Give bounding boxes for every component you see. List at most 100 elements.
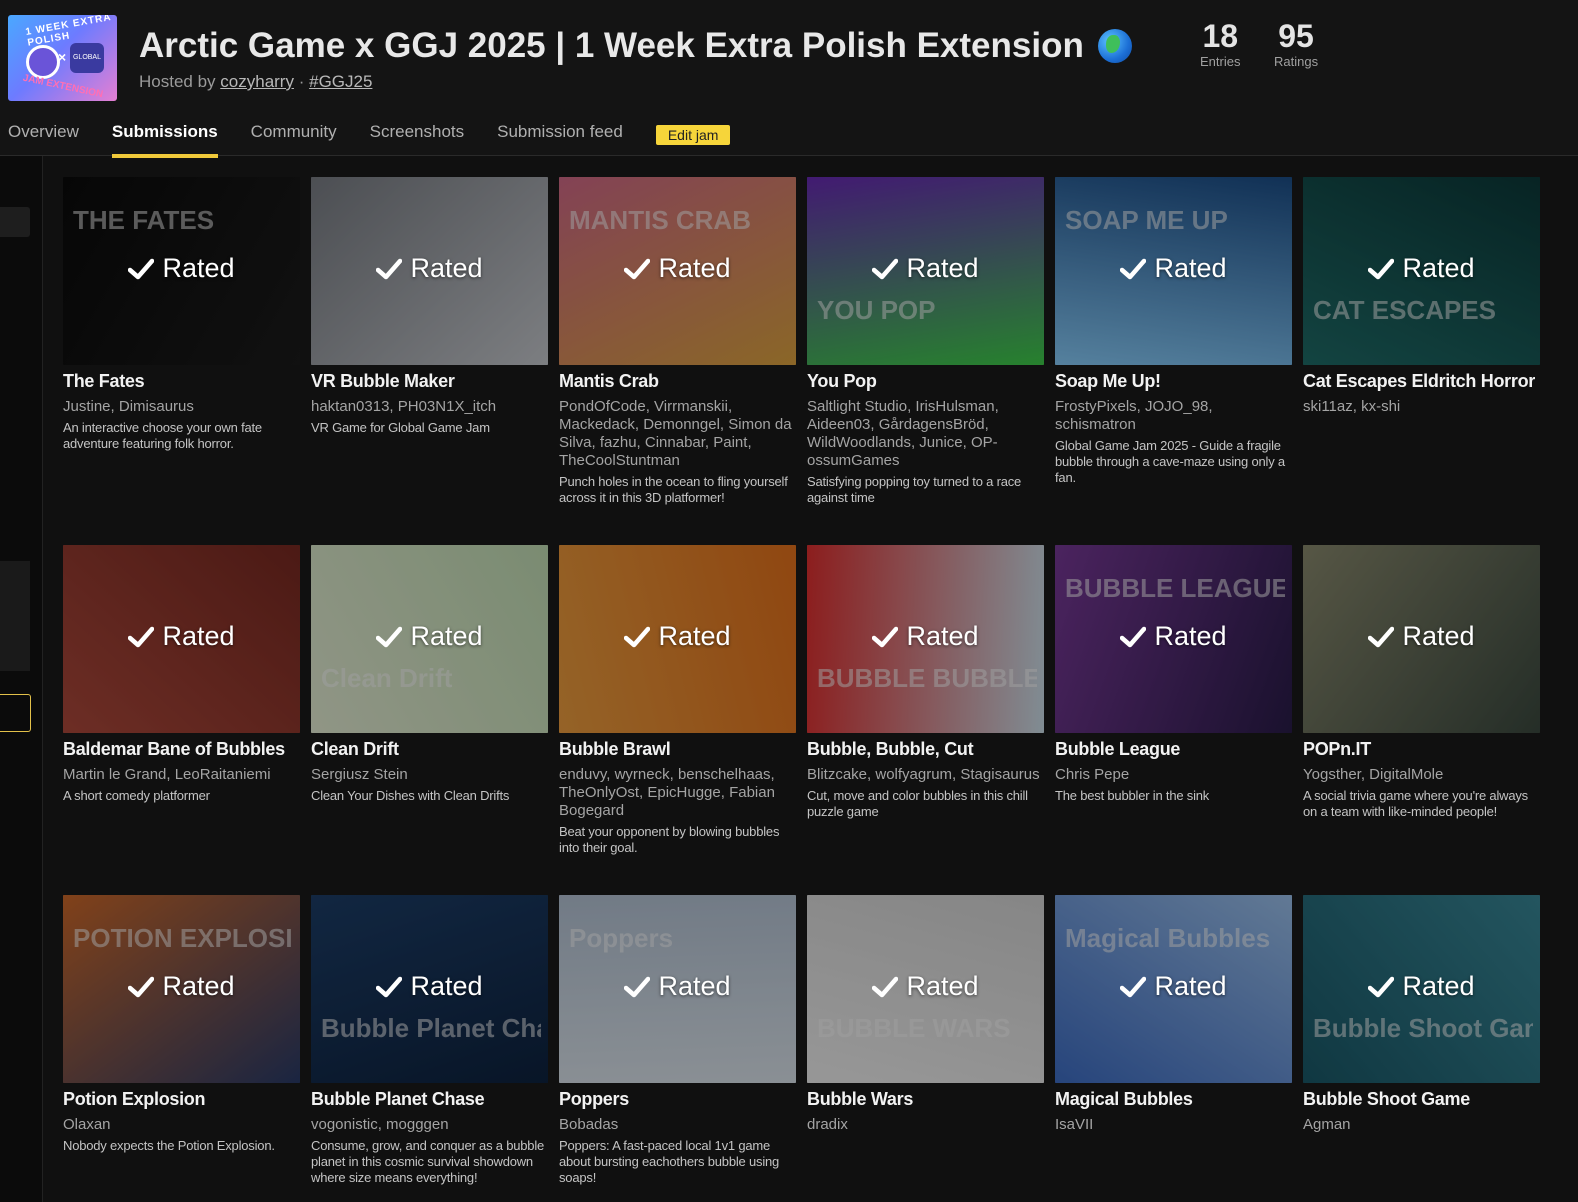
submission-title[interactable]: Clean Drift — [311, 739, 548, 760]
submission-card[interactable]: BUBBLE LEAGUE Rated Bubble League Chris Pep… — [1055, 545, 1292, 804]
submission-title[interactable]: VR Bubble Maker — [311, 371, 548, 392]
submission-authors[interactable]: Saltlight Studio, IrisHulsman, Aideen03,… — [807, 398, 1044, 470]
rated-label: Rated — [1402, 621, 1475, 651]
submission-card[interactable]: Rated Baldemar Bane of Bubbles Martin le G… — [63, 545, 300, 804]
host-link[interactable]: cozyharry — [220, 72, 294, 91]
tab-submissions[interactable]: Submissions — [111, 122, 218, 158]
submission-card[interactable]: Bubble Planet ChaseRatedBubble Planet Ch… — [311, 895, 548, 1186]
rated-badge: Rated — [1055, 621, 1292, 652]
submission-card[interactable]: Clean Drift Rated Clean Drift Sergiusz Stei… — [311, 545, 548, 804]
edit-jam-button[interactable]: Edit jam — [655, 125, 731, 145]
submission-card[interactable]: THE FATES Rated The Fates Justine, Dimisaur… — [63, 177, 300, 452]
hosted-by: Hosted by cozyharry · #GGJ25 — [139, 72, 372, 92]
submission-thumbnail[interactable]: Clean Drift Rated — [311, 545, 548, 733]
submission-title[interactable]: Soap Me Up! — [1055, 371, 1292, 392]
submission-thumbnail[interactable]: Rated — [1303, 545, 1540, 733]
submission-thumbnail[interactable]: YOU POP Rated — [807, 177, 1044, 365]
sidebar-panel[interactable] — [0, 561, 30, 671]
submission-title[interactable]: Poppers — [559, 1089, 796, 1110]
submission-title[interactable]: Bubble Brawl — [559, 739, 796, 760]
jam-thumbnail[interactable]: 1 WEEK EXTRA POLISH × GLOBAL JAM EXTENSI… — [8, 15, 117, 101]
submission-authors[interactable]: FrostyPixels, JOJO_98, schismatron — [1055, 398, 1292, 434]
submission-authors[interactable]: Yogsther, DigitalMole — [1303, 766, 1540, 784]
checkmark-icon — [376, 258, 403, 279]
sidebar-control[interactable] — [0, 207, 30, 237]
submission-authors[interactable]: vogonistic, mogggen — [311, 1116, 548, 1134]
submission-card[interactable]: BUBBLE BUBBLE CUTRated Bubble, Bubble, Cu… — [807, 545, 1044, 820]
submission-card[interactable]: Rated Bubble Brawl enduvy, wyrneck, bensch… — [559, 545, 796, 856]
submission-authors[interactable]: Martin le Grand, LeoRaitaniemi — [63, 766, 300, 784]
checkmark-icon — [128, 258, 155, 279]
jam-thumb-line2: JAM EXTENSION — [21, 72, 104, 101]
submission-title[interactable]: The Fates — [63, 371, 300, 392]
submission-title[interactable]: Bubble Wars — [807, 1089, 1044, 1110]
submission-thumbnail[interactable]: Poppers Rated — [559, 895, 796, 1083]
submission-title[interactable]: Bubble League — [1055, 739, 1292, 760]
hashtag-link[interactable]: #GGJ25 — [309, 72, 372, 91]
submission-thumbnail[interactable]: BUBBLE BUBBLE CUTRated — [807, 545, 1044, 733]
submission-authors[interactable]: ski11az, kx-shi — [1303, 398, 1540, 416]
submission-card[interactable]: Bubble Shoot GameRated Bubble Shoot Game A… — [1303, 895, 1540, 1134]
submission-description: Global Game Jam 2025 - Guide a fragile b… — [1055, 438, 1285, 485]
rated-label: Rated — [410, 971, 483, 1001]
checkmark-icon — [624, 258, 651, 279]
submission-thumbnail[interactable]: Magical Bubbles Rated — [1055, 895, 1292, 1083]
submission-thumbnail[interactable]: Rated — [559, 545, 796, 733]
rated-badge: Rated — [559, 621, 796, 652]
stat-entries[interactable]: 18 Entries — [1200, 18, 1240, 69]
rated-label: Rated — [410, 621, 483, 651]
submission-authors[interactable]: Sergiusz Stein — [311, 766, 548, 784]
submission-description: The best bubbler in the sink — [1055, 788, 1210, 803]
tab-overview[interactable]: Overview — [8, 122, 79, 152]
submission-thumbnail[interactable]: BUBBLE LEAGUE Rated — [1055, 545, 1292, 733]
submission-authors[interactable]: enduvy, wyrneck, benschelhaas, TheOnlyOs… — [559, 766, 796, 820]
submission-card[interactable]: Rated VR Bubble Maker haktan0313, PH03N1X_… — [311, 177, 548, 436]
rated-badge: Rated — [559, 253, 796, 284]
submission-authors[interactable]: PondOfCode, Virrmanskii, Mackedack, Demo… — [559, 398, 796, 470]
submission-authors[interactable]: dradix — [807, 1116, 1044, 1134]
submission-title[interactable]: POPn.IT — [1303, 739, 1540, 760]
tab-community[interactable]: Community — [251, 122, 337, 152]
submission-authors[interactable]: Bobadas — [559, 1116, 796, 1134]
submission-thumbnail[interactable]: MANTIS CRAB Rated — [559, 177, 796, 365]
submission-thumbnail[interactable]: CAT ESCAPES Rated — [1303, 177, 1540, 365]
tab-submission-feed[interactable]: Submission feed — [497, 122, 623, 152]
submission-title[interactable]: Bubble Planet Chase — [311, 1089, 548, 1110]
submission-card[interactable]: Poppers Rated Poppers Bobadas Poppers: A fas… — [559, 895, 796, 1186]
submission-card[interactable]: BUBBLE WARS Rated Bubble Wars dradix — [807, 895, 1044, 1134]
submission-card[interactable]: CAT ESCAPES Rated Cat Escapes Eldritch Hor… — [1303, 177, 1540, 416]
submission-thumbnail[interactable]: Bubble Shoot GameRated — [1303, 895, 1540, 1083]
submission-title[interactable]: Magical Bubbles — [1055, 1089, 1292, 1110]
submission-card[interactable]: MANTIS CRAB Rated Mantis Crab PondOfCode, V… — [559, 177, 796, 506]
submission-authors[interactable]: Olaxan — [63, 1116, 300, 1134]
submission-card[interactable]: Rated POPn.IT Yogsther, DigitalMole A socia… — [1303, 545, 1540, 820]
submission-title[interactable]: Potion Explosion — [63, 1089, 300, 1110]
submission-title[interactable]: Bubble, Bubble, Cut — [807, 739, 1044, 760]
submission-authors[interactable]: Justine, Dimisaurus — [63, 398, 300, 416]
submission-title[interactable]: Baldemar Bane of Bubbles — [63, 739, 300, 760]
submission-card[interactable]: Magical Bubbles Rated Magical Bubbles IsaVI… — [1055, 895, 1292, 1134]
submission-thumbnail[interactable]: Rated — [63, 545, 300, 733]
stat-ratings[interactable]: 95 Ratings — [1274, 18, 1318, 69]
submission-title[interactable]: Cat Escapes Eldritch Horror — [1303, 371, 1540, 392]
submission-thumbnail[interactable]: SOAP ME UP Rated — [1055, 177, 1292, 365]
tab-screenshots[interactable]: Screenshots — [370, 122, 465, 152]
submission-thumbnail[interactable]: BUBBLE WARS Rated — [807, 895, 1044, 1083]
rated-label: Rated — [1154, 971, 1227, 1001]
submission-authors[interactable]: haktan0313, PH03N1X_itch — [311, 398, 548, 416]
submission-thumbnail[interactable]: POTION EXPLOSIONRated — [63, 895, 300, 1083]
submission-authors[interactable]: Chris Pepe — [1055, 766, 1292, 784]
submission-thumbnail[interactable]: Rated — [311, 177, 548, 365]
submission-authors[interactable]: Agman — [1303, 1116, 1540, 1134]
submission-card[interactable]: SOAP ME UP Rated Soap Me Up! FrostyPixels, … — [1055, 177, 1292, 486]
submission-title[interactable]: Mantis Crab — [559, 371, 796, 392]
submission-title[interactable]: Bubble Shoot Game — [1303, 1089, 1540, 1110]
submission-thumbnail[interactable]: Bubble Planet ChaseRated — [311, 895, 548, 1083]
sidebar-input[interactable] — [0, 694, 31, 732]
submission-title[interactable]: You Pop — [807, 371, 1044, 392]
submission-card[interactable]: YOU POP Rated You Pop Saltlight Studio, Iri… — [807, 177, 1044, 506]
submission-thumbnail[interactable]: THE FATES Rated — [63, 177, 300, 365]
submission-authors[interactable]: IsaVII — [1055, 1116, 1292, 1134]
submission-card[interactable]: POTION EXPLOSIONRated Potion Explosion Ola… — [63, 895, 300, 1154]
submission-authors[interactable]: Blitzcake, wolfyagrum, Stagisaurus — [807, 766, 1044, 784]
